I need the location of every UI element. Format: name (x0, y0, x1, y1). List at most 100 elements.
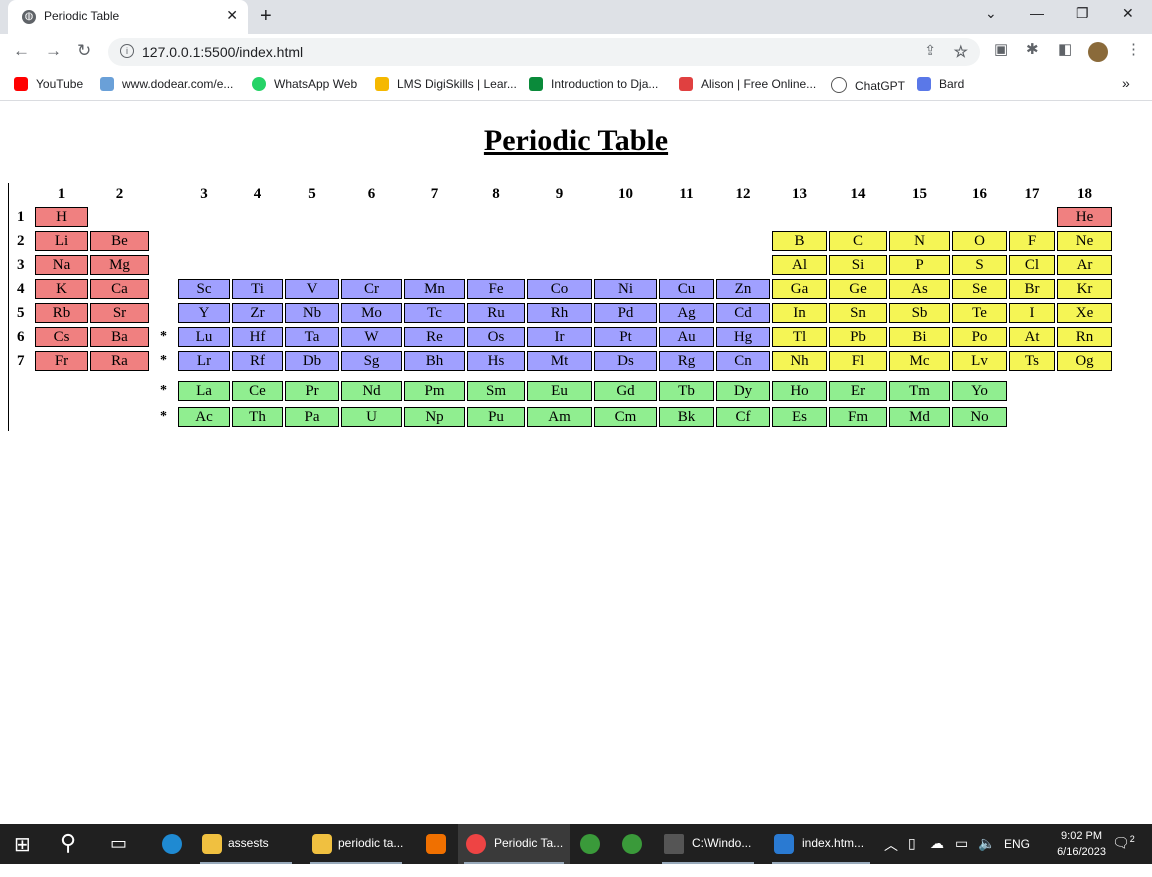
back-icon[interactable]: ← (13, 41, 30, 61)
actinide-marker: * (160, 353, 167, 368)
tray-device-icon[interactable]: ▯ (908, 835, 916, 875)
element-cell: Bi (889, 327, 950, 347)
restore-button[interactable]: ❐ (1076, 5, 1089, 22)
element-cell: Cl (1009, 255, 1055, 275)
share-icon[interactable]: ⇪ (924, 42, 936, 59)
period-label: 7 (17, 353, 25, 369)
bookmark-whatsapp[interactable]: WhatsApp Web (252, 77, 357, 91)
element-cell: Mg (90, 255, 149, 275)
page-title: Periodic Table (483, 124, 669, 157)
element-cell: C (829, 231, 887, 251)
element-cell: Dy (716, 381, 770, 401)
url-text[interactable]: 127.0.0.1:5500/index.html (142, 44, 303, 60)
group-header: 1 (57, 186, 66, 202)
bookmark-star-icon[interactable]: ☆ (954, 42, 968, 62)
notifications-icon[interactable]: 🗨2 (1112, 834, 1135, 874)
element-cell: Tm (889, 381, 950, 401)
network-icon[interactable]: ▭ (955, 835, 968, 875)
vlc-taskbar-icon[interactable] (420, 824, 450, 864)
close-tab-icon[interactable]: ✕ (226, 7, 238, 24)
bookmark-digiskills[interactable]: LMS DigiSkills | Lear... (375, 77, 517, 91)
element-cell: Au (659, 327, 714, 347)
element-cell: Og (1057, 351, 1112, 371)
globe-icon: ◍ (22, 10, 36, 24)
element-cell: In (772, 303, 827, 323)
tray-chevron-icon[interactable]: ︿ (884, 835, 898, 875)
taskbar-item-chrome-active[interactable]: Periodic Ta... (458, 824, 570, 864)
lanthanide-row-marker: * (160, 383, 167, 398)
bookmark-chatgpt[interactable]: ChatGPT (831, 77, 905, 93)
element-cell: Hs (467, 351, 525, 371)
close-window-button[interactable]: ✕ (1122, 5, 1134, 22)
chrome-dev-taskbar-icon[interactable] (616, 824, 650, 864)
chrome-taskbar-icon[interactable] (574, 824, 608, 864)
group-header: 4 (253, 186, 262, 202)
element-cell: Sc (178, 279, 230, 299)
taskbar-clock[interactable]: 9:02 PM 6/16/2023 (1057, 828, 1106, 860)
element-cell: Ag (659, 303, 714, 323)
group-header: 6 (367, 186, 376, 202)
element-cell: P (889, 255, 950, 275)
element-cell: Mn (404, 279, 465, 299)
element-cell: Zn (716, 279, 770, 299)
extensions-icon[interactable]: ✱ (1026, 40, 1039, 58)
element-cell: Rh (527, 303, 592, 323)
tab-search-icon[interactable]: ⌄ (985, 5, 997, 22)
element-cell: Am (527, 407, 592, 427)
element-cell: Md (889, 407, 950, 427)
element-cell: Bk (659, 407, 714, 427)
task-view-icon[interactable]: ▭ (110, 833, 127, 873)
onedrive-icon[interactable]: ☁ (930, 835, 944, 875)
element-cell: Nd (341, 381, 402, 401)
search-icon[interactable]: ⚲ (60, 830, 76, 870)
bard-icon (917, 77, 931, 91)
element-cell: Re (404, 327, 465, 347)
element-cell: Ge (829, 279, 887, 299)
bookmark-bard[interactable]: Bard (917, 77, 964, 91)
windows-start-icon[interactable]: ⊞ (14, 832, 31, 872)
bookmark-django[interactable]: Introduction to Dja... (529, 77, 658, 91)
element-cell: Sg (341, 351, 402, 371)
element-cell: Er (829, 381, 887, 401)
element-cell: Cm (594, 407, 657, 427)
toolbar: ← → ↻ i 127.0.0.1:5500/index.html ⇪ ☆ (0, 34, 1152, 70)
group-header: 15 (912, 186, 927, 202)
youtube-icon (14, 77, 28, 91)
element-cell: Fr (35, 351, 88, 371)
element-cell: Ta (285, 327, 339, 347)
element-cell: No (952, 407, 1007, 427)
element-cell: Mc (889, 351, 950, 371)
taskbar-item-cmd[interactable]: C:\Windo... (656, 824, 760, 864)
site-info-icon[interactable]: i (120, 44, 134, 58)
element-cell: Ba (90, 327, 149, 347)
taskbar-item-explorer[interactable]: assests (194, 824, 298, 864)
element-cell: Co (527, 279, 592, 299)
address-bar[interactable]: i 127.0.0.1:5500/index.html ⇪ ☆ (108, 38, 980, 66)
tab-periodic-table[interactable]: ◍ Periodic Table ✕ (8, 0, 248, 34)
taskbar-item-vscode[interactable]: index.htm... (766, 824, 876, 864)
element-cell: Th (232, 407, 283, 427)
screen-cast-icon[interactable]: ▣ (994, 40, 1008, 58)
volume-icon[interactable]: 🔈 (978, 835, 995, 875)
menu-icon[interactable]: ⋮ (1126, 40, 1141, 58)
language-indicator[interactable]: ENG (1004, 837, 1030, 877)
reload-icon[interactable]: ↻ (77, 41, 91, 61)
profile-avatar[interactable] (1088, 42, 1108, 62)
element-cell: O (952, 231, 1007, 251)
side-panel-icon[interactable]: ◧ (1058, 40, 1072, 58)
forward-icon[interactable]: → (45, 41, 62, 61)
element-cell: Ce (232, 381, 283, 401)
element-cell: Pb (829, 327, 887, 347)
edge-taskbar-icon[interactable] (156, 824, 188, 864)
element-cell: Pu (467, 407, 525, 427)
bookmark-dodear[interactable]: www.dodear.com/e... (100, 77, 233, 91)
minimize-button[interactable]: — (1030, 5, 1044, 21)
element-cell: Pt (594, 327, 657, 347)
element-cell: Ru (467, 303, 525, 323)
new-tab-button[interactable]: + (260, 5, 272, 28)
taskbar-item-folder[interactable]: periodic ta... (304, 824, 408, 864)
group-header: 2 (115, 186, 124, 202)
more-bookmarks-icon[interactable]: » (1122, 75, 1130, 91)
bookmark-alison[interactable]: Alison | Free Online... (679, 77, 816, 91)
bookmark-youtube[interactable]: YouTube (14, 77, 83, 91)
